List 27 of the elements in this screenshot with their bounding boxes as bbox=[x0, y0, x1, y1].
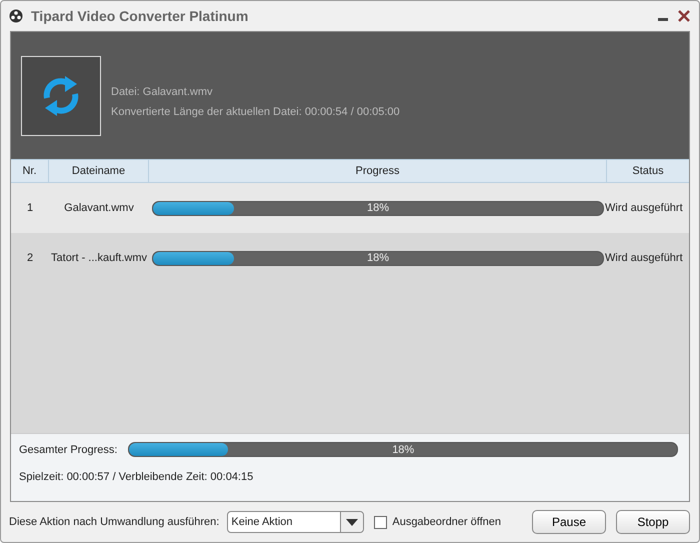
column-header[interactable]: Dateiname bbox=[49, 160, 149, 182]
column-header[interactable]: Status bbox=[607, 160, 689, 182]
app-logo-icon bbox=[9, 9, 23, 23]
checkbox-label[interactable]: Ausgabeordner öffnen bbox=[392, 516, 502, 528]
file-name: Galavant.wmv bbox=[63, 202, 135, 214]
status-text: Wird ausgeführt bbox=[605, 202, 684, 214]
action-button[interactable]: Stopp bbox=[616, 510, 690, 534]
row-number: 2 bbox=[26, 252, 34, 264]
action-label: Diese Aktion nach Umwandlung ausführen: bbox=[9, 516, 220, 528]
column-header[interactable]: Progress bbox=[149, 160, 607, 182]
current-file-text: Datei: Galavant.wmv bbox=[111, 86, 214, 98]
progress-percent: 18% bbox=[366, 202, 390, 214]
checkbox[interactable] bbox=[374, 516, 388, 528]
converted-length-text: Konvertierte Länge der aktuellen Datei: 00:00:54 / 00:05:00 bbox=[111, 106, 400, 118]
row-number: 1 bbox=[26, 202, 34, 214]
caret-icon bbox=[346, 518, 358, 526]
action-dropdown[interactable]: Keine Aktion bbox=[227, 511, 364, 533]
time-text: Spielzeit: 00:00:57 / Verbleibende Zeit: 00:04:15 bbox=[19, 471, 254, 483]
progress-percent: 18% bbox=[366, 252, 390, 264]
file-name: Tatort - ...kauft.wmv bbox=[50, 252, 148, 264]
window-title: Tipard Video Converter Platinum bbox=[31, 8, 250, 24]
column-header[interactable]: Nr. bbox=[11, 160, 49, 182]
progress-percent: 18% bbox=[391, 443, 416, 456]
total-progress-label: Gesamter Progress: bbox=[19, 444, 118, 456]
status-text: Wird ausgeführt bbox=[605, 252, 684, 264]
action-button[interactable]: Pause bbox=[532, 510, 606, 534]
close-icon[interactable] bbox=[677, 9, 691, 23]
